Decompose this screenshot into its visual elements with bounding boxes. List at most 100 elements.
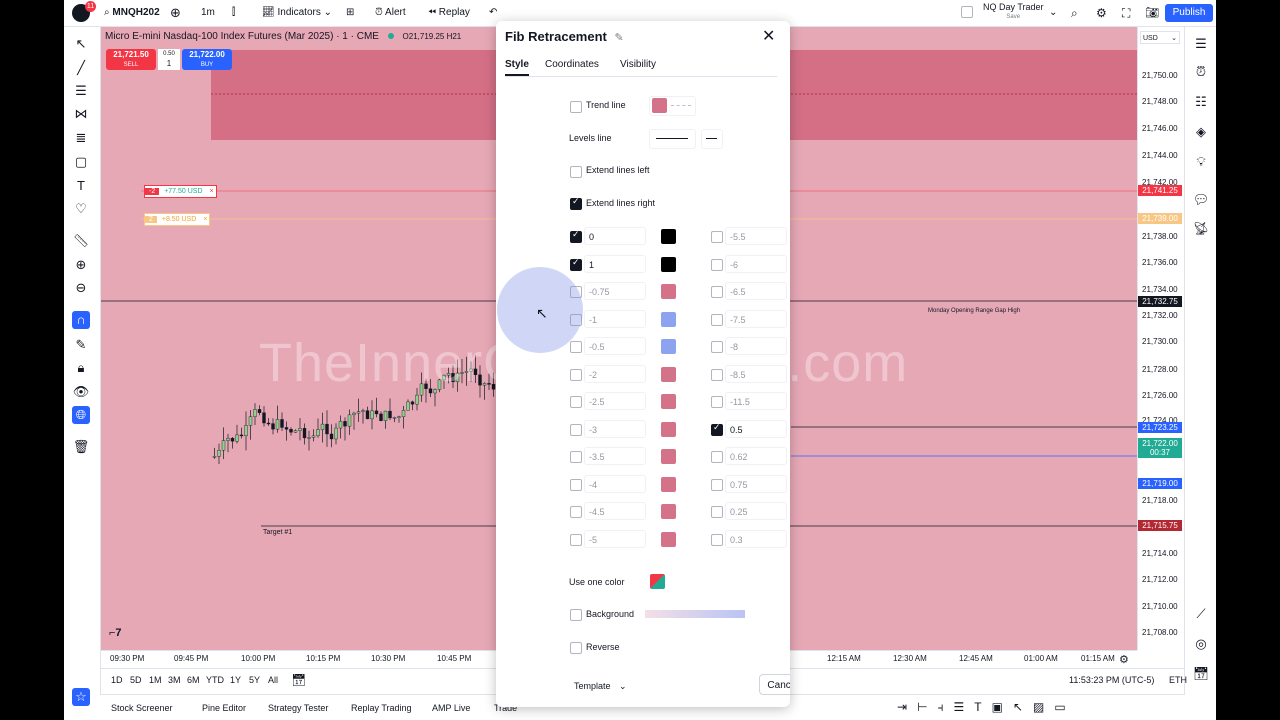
sell-button[interactable]: 21,721.50 SELL: [106, 49, 156, 70]
tab-coordinates[interactable]: Coordinates: [545, 59, 599, 70]
close-icon[interactable]: ×: [201, 216, 209, 223]
layout-chevron-icon[interactable]: ⌄: [1049, 4, 1057, 22]
fib-tool-icon[interactable]: ≣: [72, 129, 90, 147]
image-icon[interactable]: ▨: [1033, 700, 1054, 714]
level-color-swatch[interactable]: [661, 394, 676, 409]
session-label[interactable]: ETH: [1169, 675, 1187, 685]
level-checkbox[interactable]: [570, 506, 582, 518]
level-color-swatch[interactable]: [661, 311, 676, 327]
level-value-input[interactable]: -5.5: [725, 227, 787, 245]
hline-icon[interactable]: ⊢: [917, 700, 937, 714]
range-button-5y[interactable]: 5Y: [249, 675, 260, 685]
settings-gear-icon[interactable]: ⚙: [1096, 4, 1107, 22]
range-button-1d[interactable]: 1D: [111, 675, 123, 685]
level-value-input[interactable]: -8: [725, 337, 787, 355]
level-checkbox[interactable]: [570, 396, 582, 408]
level-value-input[interactable]: 0: [584, 227, 646, 245]
target-icon[interactable]: ◎: [1192, 635, 1210, 653]
compare-symbol-button[interactable]: ⊕: [170, 4, 181, 22]
level-checkbox[interactable]: [711, 341, 723, 353]
level-checkbox[interactable]: [711, 451, 723, 463]
level-checkbox[interactable]: [570, 368, 582, 381]
panel-tab-stock-screener[interactable]: Stock Screener: [111, 703, 173, 713]
levels-line-style[interactable]: [649, 129, 696, 149]
position-short[interactable]: -2 +77.50 USD ×: [144, 185, 217, 198]
trash-icon[interactable]: 🗑︎: [72, 438, 90, 456]
level-value-input[interactable]: 1: [584, 254, 646, 273]
time-settings-gear-icon[interactable]: ⚙: [1119, 653, 1129, 666]
alert-button[interactable]: ⏰︎ Alert: [375, 4, 406, 22]
level-checkbox[interactable]: [711, 231, 723, 243]
watchlist-icon[interactable]: ☰: [1192, 35, 1210, 53]
range-button-6m[interactable]: 6M: [187, 675, 200, 685]
level-color-swatch[interactable]: [661, 229, 676, 244]
quantity-value[interactable]: 1: [158, 59, 180, 69]
vline-icon[interactable]: ⫞: [938, 700, 954, 714]
level-value-input[interactable]: 0.25: [725, 502, 787, 520]
background-checkbox[interactable]: [570, 609, 582, 621]
camera-icon[interactable]: 📷︎: [1145, 4, 1159, 22]
range-button-all[interactable]: All: [268, 675, 278, 685]
level-value-input[interactable]: -11.5: [725, 392, 787, 410]
template-dropdown[interactable]: Template ⌄: [568, 677, 633, 695]
level-value-input[interactable]: 0.62: [725, 447, 787, 465]
buy-button[interactable]: 21,722.00 BUY: [182, 49, 232, 70]
level-value-input[interactable]: -8.5: [725, 364, 787, 383]
zoom-in-icon[interactable]: ⊕: [72, 256, 90, 274]
layers-icon[interactable]: ◈: [1192, 123, 1210, 141]
horizontal-lines-icon[interactable]: ☰: [72, 82, 90, 100]
chart-type-button[interactable]: ⫿: [232, 4, 235, 22]
ruler-icon[interactable]: 📏︎: [72, 232, 90, 250]
range-button-1m[interactable]: 1M: [149, 675, 162, 685]
eye-icon[interactable]: 👁︎: [72, 383, 90, 401]
levels-line-width[interactable]: [701, 129, 723, 149]
range-button-3m[interactable]: 3M: [168, 675, 181, 685]
level-checkbox[interactable]: [711, 533, 723, 546]
level-value-input[interactable]: -4.5: [584, 502, 646, 520]
panel-tab-strategy-tester[interactable]: Strategy Tester: [268, 703, 328, 713]
indicators-button[interactable]: 📈︎ Indicators ⌄: [262, 4, 332, 22]
panel-tab-replay-trading[interactable]: Replay Trading: [351, 703, 412, 713]
level-checkbox[interactable]: [570, 423, 582, 436]
level-value-input[interactable]: -2.5: [584, 392, 646, 410]
level-color-swatch[interactable]: [661, 366, 676, 382]
level-checkbox[interactable]: [711, 506, 723, 518]
close-icon[interactable]: ×: [207, 188, 215, 195]
one-color-swatch[interactable]: [650, 574, 665, 589]
lock-drawing-icon[interactable]: ✎: [72, 336, 90, 354]
level-value-input[interactable]: -4: [584, 474, 646, 493]
level-checkbox[interactable]: [711, 286, 723, 298]
level-value-input[interactable]: -0.75: [584, 282, 646, 300]
templates-button[interactable]: ⊞: [346, 4, 354, 22]
tab-visibility[interactable]: Visibility: [620, 59, 656, 70]
cancel-button[interactable]: Cancel: [759, 674, 790, 695]
reverse-checkbox[interactable]: [570, 642, 582, 654]
level-checkbox[interactable]: [711, 478, 723, 491]
shapes-icon[interactable]: ▢: [72, 153, 90, 171]
level-value-input[interactable]: -7.5: [725, 309, 787, 328]
layout-checkbox[interactable]: [961, 6, 973, 19]
level-color-swatch[interactable]: [661, 531, 676, 547]
sizer-icon[interactable]: ⇥: [897, 700, 917, 714]
level-checkbox[interactable]: [711, 258, 723, 271]
lock-icon[interactable]: 🔒︎: [72, 359, 90, 377]
level-value-input[interactable]: 0.75: [725, 474, 787, 493]
range-button-ytd[interactable]: YTD: [206, 675, 224, 685]
broadcast-icon[interactable]: 📡︎: [1192, 220, 1210, 238]
level-value-input[interactable]: -6.5: [725, 282, 787, 300]
star-icon[interactable]: ☆: [72, 688, 90, 706]
interval-button[interactable]: 1m: [201, 4, 215, 22]
price-scale[interactable]: USD ⌄ 21,750.00 21,748.00 21,746.00 21,744.…: [1137, 27, 1184, 650]
clock-time[interactable]: 11:53:23 PM (UTC-5): [1069, 675, 1154, 685]
trend-line-checkbox[interactable]: [570, 101, 582, 113]
panel-tab-pine-editor[interactable]: Pine Editor: [202, 703, 246, 713]
extend-left-checkbox[interactable]: [570, 166, 582, 178]
level-color-swatch[interactable]: [661, 339, 676, 354]
level-value-input[interactable]: -1: [584, 309, 646, 328]
alarm-clock-icon[interactable]: ⏰︎: [1192, 63, 1210, 81]
heart-icon[interactable]: ♡: [72, 200, 90, 218]
text-tool-icon[interactable]: T: [72, 177, 90, 195]
level-value-input[interactable]: -3.5: [584, 447, 646, 465]
cursor-icon[interactable]: ↖: [72, 35, 90, 53]
level-value-input[interactable]: -5: [584, 529, 646, 548]
